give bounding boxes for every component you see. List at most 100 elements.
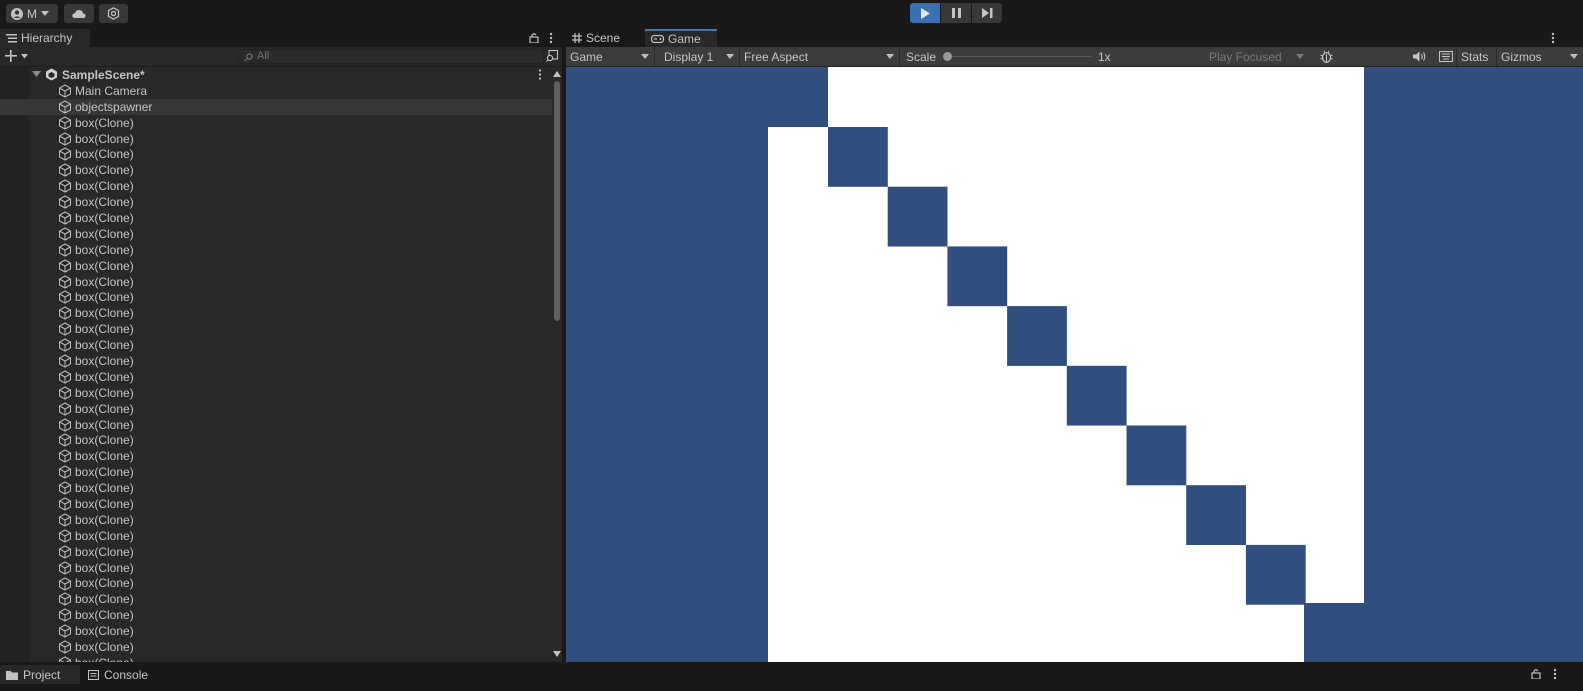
pause-button[interactable]	[941, 3, 971, 23]
gameobject-cube-icon	[58, 211, 72, 225]
lock-icon[interactable]	[529, 32, 539, 43]
hierarchy-item[interactable]: box(Clone)	[0, 321, 552, 337]
hierarchy-item[interactable]: box(Clone)	[0, 131, 552, 147]
stats-button[interactable]: Stats	[1456, 47, 1497, 66]
hierarchy-item[interactable]: box(Clone)	[0, 401, 552, 417]
gameobject-cube-icon	[58, 608, 72, 622]
gameobject-cube-icon	[58, 433, 72, 448]
scroll-down-icon[interactable]	[553, 651, 561, 657]
hierarchy-item[interactable]: box(Clone)	[0, 274, 552, 290]
hierarchy-item[interactable]: box(Clone)	[0, 464, 552, 480]
hierarchy-item[interactable]: box(Clone)	[0, 512, 552, 528]
search-scene-icon[interactable]	[546, 50, 558, 62]
tab-project[interactable]: Project	[0, 665, 80, 684]
tab-console[interactable]: Console	[82, 665, 162, 684]
hierarchy-item[interactable]: box(Clone)	[0, 353, 552, 369]
bug-icon[interactable]	[1320, 50, 1333, 63]
hierarchy-search-input[interactable]: All	[238, 49, 544, 64]
hierarchy-item[interactable]: box(Clone)	[0, 289, 552, 305]
hierarchy-item[interactable]: box(Clone)	[0, 258, 552, 274]
hierarchy-item[interactable]: box(Clone)	[0, 655, 552, 662]
game-viewport[interactable]	[566, 67, 1583, 662]
hierarchy-item[interactable]: box(Clone)	[0, 385, 552, 401]
keyboard-icon[interactable]	[1439, 51, 1453, 62]
hierarchy-item[interactable]: box(Clone)	[0, 448, 552, 464]
account-dropdown[interactable]: M	[6, 4, 58, 23]
hierarchy-item[interactable]: box(Clone)	[0, 528, 552, 544]
account-initial: M	[27, 6, 37, 21]
more-options-icon[interactable]	[1553, 668, 1557, 680]
hierarchy-item[interactable]: objectspawner	[0, 98, 552, 115]
hierarchy-item-label: box(Clone)	[75, 560, 134, 575]
settings-icon	[107, 7, 120, 20]
cloud-button[interactable]	[64, 4, 94, 23]
scene-row[interactable]: SampleScene*	[0, 67, 552, 83]
hierarchy-item[interactable]: box(Clone)	[0, 178, 552, 194]
more-options-icon[interactable]	[538, 69, 542, 80]
step-button[interactable]	[972, 3, 1002, 23]
tab-game[interactable]: Game	[645, 29, 717, 47]
hierarchy-item[interactable]: box(Clone)	[0, 480, 552, 496]
gameobject-cube-icon	[58, 354, 72, 368]
play-mode-dropdown[interactable]: Play Focused	[1205, 47, 1309, 66]
more-options-icon[interactable]	[1551, 32, 1555, 44]
scale-slider-handle[interactable]	[943, 52, 952, 61]
aspect-dropdown[interactable]: Free Aspect	[740, 47, 900, 66]
hierarchy-item[interactable]: box(Clone)	[0, 242, 552, 258]
gameobject-cube-icon	[58, 163, 72, 177]
hierarchy-item[interactable]: Main Camera	[0, 83, 552, 99]
scroll-up-icon[interactable]	[553, 71, 561, 77]
scroll-thumb[interactable]	[554, 81, 560, 321]
hierarchy-item[interactable]: box(Clone)	[0, 305, 552, 321]
hierarchy-item[interactable]: box(Clone)	[0, 210, 552, 226]
hierarchy-item[interactable]: box(Clone)	[0, 544, 552, 560]
gizmos-dropdown[interactable]: Gizmos	[1497, 47, 1583, 66]
gamepad-icon	[651, 35, 664, 43]
scale-label: Scale	[906, 50, 937, 64]
gameobject-cube-icon	[58, 418, 72, 432]
hierarchy-item[interactable]: box(Clone)	[0, 496, 552, 512]
more-options-icon[interactable]	[549, 32, 553, 44]
hierarchy-item[interactable]: box(Clone)	[0, 162, 552, 178]
hierarchy-item[interactable]: box(Clone)	[0, 115, 552, 131]
hierarchy-scrollbar[interactable]	[552, 67, 562, 662]
lock-icon[interactable]	[1531, 668, 1541, 679]
hierarchy-item[interactable]: box(Clone)	[0, 369, 552, 385]
gameobject-cube-icon	[58, 338, 72, 352]
hierarchy-item[interactable]: box(Clone)	[0, 607, 552, 623]
gameobject-cube-icon	[58, 529, 72, 543]
gameobject-cube-icon	[58, 322, 72, 336]
collapse-arrow-icon[interactable]	[32, 71, 41, 78]
blue-box	[1245, 544, 1306, 605]
hierarchy-item[interactable]: box(Clone)	[0, 576, 552, 592]
hierarchy-item[interactable]: box(Clone)	[0, 146, 552, 162]
gameobject-cube-icon	[58, 147, 72, 162]
display-dropdown[interactable]: Display 1	[660, 47, 740, 66]
hierarchy-item[interactable]: box(Clone)	[0, 639, 552, 655]
game-panel: Scene Game Game Display 1 Free Aspect Sc…	[566, 29, 1583, 662]
tab-hierarchy[interactable]: Hierarchy	[0, 29, 90, 47]
blue-box	[1126, 425, 1187, 486]
blue-box	[1007, 306, 1067, 366]
hierarchy-item[interactable]: box(Clone)	[0, 194, 552, 210]
white-box	[768, 127, 1304, 662]
audio-icon[interactable]	[1413, 51, 1426, 62]
hierarchy-item[interactable]: box(Clone)	[0, 432, 552, 448]
hierarchy-item[interactable]: box(Clone)	[0, 591, 552, 607]
blue-box	[1305, 604, 1366, 662]
create-dropdown[interactable]	[5, 50, 31, 63]
hierarchy-item-label: objectspawner	[75, 99, 153, 114]
tab-scene[interactable]: Scene	[566, 29, 644, 47]
hierarchy-item[interactable]: box(Clone)	[0, 417, 552, 433]
view-mode-dropdown[interactable]: Game	[566, 47, 655, 66]
gameobject-cube-icon	[58, 275, 72, 289]
hierarchy-item[interactable]: box(Clone)	[0, 623, 552, 639]
services-button[interactable]	[99, 4, 128, 23]
hierarchy-item[interactable]: box(Clone)	[0, 226, 552, 242]
hierarchy-item[interactable]: box(Clone)	[0, 337, 552, 353]
hierarchy-item[interactable]: box(Clone)	[0, 560, 552, 576]
hierarchy-item-label: box(Clone)	[75, 274, 134, 289]
play-button[interactable]	[910, 3, 940, 23]
scale-slider[interactable]	[943, 52, 1092, 61]
gameobject-cube-icon	[58, 370, 72, 384]
